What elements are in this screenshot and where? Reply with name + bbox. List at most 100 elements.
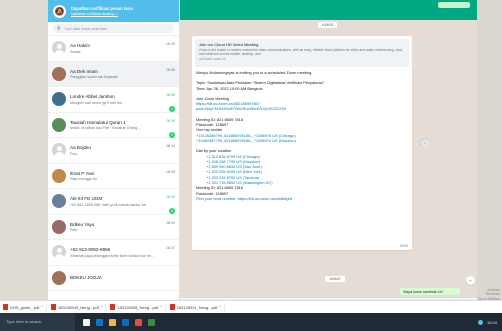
avatar[interactable] xyxy=(52,92,66,107)
chat-time: 09.36 xyxy=(166,67,176,72)
watermark-line-1: Activate Windows xyxy=(485,288,500,297)
chat-list-item[interactable]: Aa Bojoku Foto 08.14 xyxy=(48,138,179,164)
message-link[interactable]: Find your local number: https://tdt.us.z… xyxy=(196,196,408,201)
enable-notifications-link[interactable]: Nyalakan notifikasi desktop > xyxy=(71,12,133,16)
message-bubble-outgoing-top xyxy=(438,2,470,8)
chevron-up-icon[interactable]: ^ xyxy=(101,305,103,309)
chat-list-item[interactable]: Ilmat P Yani Siap monggo bu 06.08 xyxy=(48,164,179,189)
pdf-file-icon xyxy=(51,304,57,310)
message-bubble-incoming[interactable]: Join our Cloud HD Video Meeting Zoom is … xyxy=(192,36,412,250)
chat-name: BDKEU JOGJA xyxy=(70,274,102,280)
chat-time: 06.08 xyxy=(166,169,176,174)
taskbar-app-icon[interactable] xyxy=(135,318,142,326)
system-tray: 10:04 xyxy=(477,319,502,325)
forward-icon[interactable] xyxy=(419,137,429,147)
chat-list-item[interactable]: Londre Abbel Jambon Mungkin hari senin ig… xyxy=(48,87,179,113)
chevron-up-icon[interactable]: ^ xyxy=(160,305,162,309)
chat-preview: Siap monggo bu xyxy=(70,177,97,181)
chat-list: Aa Hakim Sesaa 09.40 Aa Dek Imam Panggilan s… xyxy=(48,36,179,291)
window-right-margin: Activate Windows Go to Settings to activ… xyxy=(477,0,502,313)
unread-badge: 1 xyxy=(169,106,175,112)
window-left-margin xyxy=(0,0,48,313)
download-filename: DHS_guide_.pdf xyxy=(10,304,40,310)
chat-list-item-body: Aa Bojoku Foto xyxy=(70,145,175,156)
pdf-file-icon xyxy=(110,304,116,310)
chat-name: Akt 94 FE UGM xyxy=(70,196,103,201)
avatar[interactable] xyxy=(52,66,66,81)
chat-list-item[interactable]: Aa Dek Imam Panggilan suara tak terjawab 0… xyxy=(48,61,179,87)
download-filename: 183126928_Neng...pdf xyxy=(117,304,159,310)
download-item[interactable]: 183126911_Neng...pdf ^ xyxy=(169,302,225,312)
chat-list-item-body: Tausiah Hamalatul Quran 1 untuk: Khutbah … xyxy=(70,120,175,131)
chat-time: 06.37 xyxy=(166,246,176,250)
search-bar: ⚲ Cari atau mulai chat baru xyxy=(48,22,179,36)
weather-icon[interactable] xyxy=(477,319,483,325)
chat-name: +62 813-9052-8866 xyxy=(70,247,111,252)
conversation-header xyxy=(180,0,477,20)
chat-preview: Sesaa xyxy=(70,49,81,54)
chat-time: 08.39 xyxy=(166,118,176,123)
chevron-up-icon[interactable]: ^ xyxy=(41,305,43,309)
chat-preview: +62 852-1826 065: Wah yodi masak banhu '… xyxy=(70,202,146,207)
chat-list-item-body: +62 813-9052-8866 Selamat pagi pelanggan … xyxy=(70,247,175,258)
chat-time: 06.00 xyxy=(166,220,176,225)
taskbar-search[interactable]: Type here to search xyxy=(0,313,75,331)
chat-preview: Panggilan suara tak terjawab xyxy=(70,75,118,79)
taskbar-apps xyxy=(75,318,155,326)
download-filename: 183126543_Neng...pdf xyxy=(58,304,99,310)
chat-list-item[interactable]: Akt 94 FE UGM +62 852-1826 065: Wah yodi … xyxy=(48,189,179,215)
scroll-down-icon[interactable]: ⌄ xyxy=(466,276,475,285)
chat-preview: untuk: Khutbah Idul Fitri : Kesabar Oran… xyxy=(70,126,142,130)
taskbar-app-icon[interactable] xyxy=(96,318,103,326)
chat-preview: Foto xyxy=(70,151,78,156)
taskbar-app-icon[interactable] xyxy=(122,318,129,326)
chat-name: Bdkeu Yayu xyxy=(70,221,95,227)
message-text: Wahyu Wulanningtyas is inviting you to a… xyxy=(195,70,409,201)
chat-list-item-body: BDKEU JOGJA xyxy=(70,275,175,282)
download-item[interactable]: 183126928_Neng...pdf ^ xyxy=(110,302,166,312)
chat-name: Aa Dek Imam xyxy=(70,68,98,74)
chat-time: 06.39 xyxy=(166,195,176,199)
chat-list-item[interactable]: BDKEU JOGJA xyxy=(48,266,179,291)
chat-meta: 06.00 xyxy=(167,221,176,225)
chat-name: Londre Abbel Jambon xyxy=(70,94,115,99)
chat-time: 09.40 xyxy=(166,42,176,46)
chat-meta: 08.14 xyxy=(167,144,176,148)
chat-list-item-body: Londre Abbel Jambon Mungkin hari senin ig… xyxy=(70,94,175,105)
pdf-file-icon xyxy=(3,304,8,310)
avatar[interactable] xyxy=(52,143,66,158)
chat-name: Ilmat P Yani xyxy=(70,170,95,176)
clock[interactable]: 10:04 xyxy=(487,320,497,325)
taskbar-app-icon[interactable] xyxy=(83,318,90,326)
notification-banner[interactable]: 🔕 Dapatkan notifikasi pesan baru Nyalaka… xyxy=(48,0,179,22)
search-icon: ⚲ xyxy=(57,25,61,32)
chat-name: Tausiah Hamalatul Quran 1 xyxy=(70,119,126,125)
avatar[interactable] xyxy=(52,117,66,132)
avatar[interactable] xyxy=(52,194,66,209)
avatar[interactable] xyxy=(52,168,66,183)
taskbar-app-icon[interactable] xyxy=(148,318,155,326)
unread-badge: 6 xyxy=(169,208,175,214)
chat-time: 08.56 xyxy=(166,93,176,97)
message-bubble-outgoing[interactable]: Siapa kumu sambola 1x? xyxy=(400,288,460,295)
chat-list-item[interactable]: +62 813-9052-8866 Selamat pagi pelanggan … xyxy=(48,240,179,266)
download-item[interactable]: DHS_guide_.pdf ^ xyxy=(3,302,48,312)
chat-list-item[interactable]: Aa Hakim Sesaa 09.40 xyxy=(48,36,179,62)
notification-title: Dapatkan notifikasi pesan baru xyxy=(71,6,133,11)
chat-name: Aa Hakim xyxy=(70,43,90,48)
avatar[interactable] xyxy=(52,41,66,56)
avatar[interactable] xyxy=(52,270,66,285)
download-item[interactable]: 183126543_Neng...pdf ^ xyxy=(51,302,107,312)
windows-taskbar: Type here to search 10:04 xyxy=(0,313,502,331)
taskbar-app-icon[interactable] xyxy=(109,318,116,326)
date-divider-2: JUMAT xyxy=(325,276,345,282)
chat-list-item[interactable]: Tausiah Hamalatul Quran 1 untuk: Khutbah … xyxy=(48,113,179,138)
chat-name: Aa Bojoku xyxy=(70,145,91,150)
avatar[interactable] xyxy=(52,245,66,260)
chevron-up-icon[interactable]: ^ xyxy=(219,305,221,309)
chat-list-item[interactable]: Bdkeu Yayu Foto 06.00 xyxy=(48,215,179,240)
link-preview-card[interactable]: Join our Cloud HD Video Meeting Zoom is … xyxy=(195,39,409,67)
search-input[interactable]: ⚲ Cari atau mulai chat baru xyxy=(53,24,174,33)
download-filename: 183126911_Neng...pdf xyxy=(176,304,218,310)
avatar[interactable] xyxy=(52,219,66,234)
